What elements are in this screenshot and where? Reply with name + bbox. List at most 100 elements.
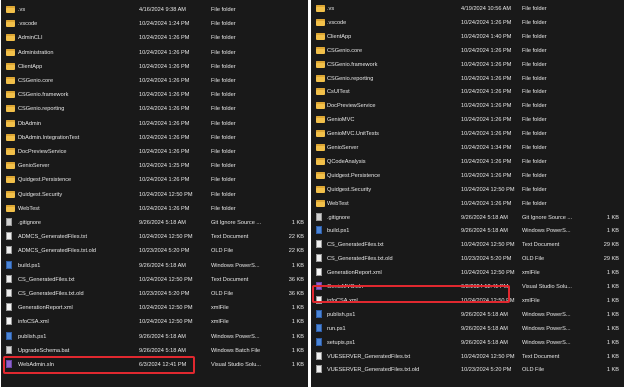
file-row[interactable]: infoCSA.xml 10/24/2024 12:50 PM xmlFile 1 K…: [1, 315, 308, 329]
file-row[interactable]: CSGenio.framework 10/24/2024 1:26 PM File …: [311, 58, 624, 72]
file-row[interactable]: DbAdmin.IntegrationTest 10/24/2024 1:26 P…: [1, 131, 308, 145]
file-name: AdminCLI: [18, 35, 43, 42]
folder-icon: [316, 171, 325, 179]
folder-icon: [6, 6, 15, 13]
file-row[interactable]: .vscode 10/24/2024 1:26 PM File folder: [311, 16, 624, 30]
file-row[interactable]: ClientApp 10/24/2024 1:26 PM File folder: [1, 60, 308, 74]
file-row[interactable]: CS_GeneratedFiles.txt.old 10/23/2024 5:20…: [1, 287, 308, 301]
file-row[interactable]: .gitignore 9/26/2024 5:18 AM Git Ignore So…: [1, 216, 308, 230]
file-row[interactable]: DocPreviewService 10/24/2024 1:26 PM File …: [311, 99, 624, 113]
file-name: CsUITest: [327, 89, 350, 96]
file-name: VUESERVER_GeneratedFiles.txt.old: [327, 367, 420, 374]
file-row[interactable]: CSGenio.reporting 10/24/2024 1:26 PM File …: [1, 102, 308, 116]
date-modified: 10/24/2024 1:26 PM: [461, 75, 512, 82]
file-row[interactable]: CSGenio.reporting 10/24/2024 1:26 PM File …: [311, 72, 624, 86]
file-row[interactable]: ADMCS_GeneratedFiles.txt.old 10/23/2024 5…: [1, 244, 308, 258]
file-row[interactable]: .gitignore 9/26/2024 5:18 AM Git Ignore So…: [311, 211, 624, 225]
file-type: File folder: [522, 186, 547, 193]
file-row[interactable]: Quidgest.Security 10/24/2024 12:50 PM File…: [1, 188, 308, 202]
file-row[interactable]: .vscode 10/24/2024 1:24 PM File folder: [1, 17, 308, 31]
file-row[interactable]: CSGenio.core 10/24/2024 1:26 PM File folde…: [1, 74, 308, 88]
file-row[interactable]: GenioServer 10/24/2024 1:25 PM File folder: [1, 159, 308, 173]
powershell-file-icon: [316, 337, 322, 346]
file-row[interactable]: ADMCS_GeneratedFiles.txt 10/24/2024 12:50…: [1, 230, 308, 244]
file-row[interactable]: CS_GeneratedFiles.txt.old 10/23/2024 5:20…: [311, 252, 624, 266]
file-row[interactable]: run.ps1 9/26/2024 5:18 AM Windows PowerS..…: [311, 322, 624, 336]
file-type: Visual Studio Solu...: [211, 362, 261, 368]
file-row[interactable]: Quidgest.Security 10/24/2024 12:50 PM File…: [311, 183, 624, 197]
file-row[interactable]: build.ps1 9/26/2024 5:18 AM Windows PowerS…: [311, 224, 624, 238]
file-size: 1 KB: [606, 367, 619, 374]
file-size: 1 KB: [291, 305, 304, 312]
file-row[interactable]: Administration 10/24/2024 1:26 PM File fol…: [1, 46, 308, 60]
folder-icon: [316, 18, 325, 26]
date-modified: 10/24/2024 1:26 PM: [139, 149, 190, 155]
file-row[interactable]: CSGenio.core 10/24/2024 1:26 PM File folde…: [311, 44, 624, 58]
file-name: Quidgest.Persistence: [18, 177, 72, 184]
file-row[interactable]: VUESERVER_GeneratedFiles.txt 10/24/2024 1…: [311, 350, 624, 364]
file-name: GenioServer: [327, 145, 359, 151]
file-row[interactable]: GenerationReport.xml 10/24/2024 12:50 PM x…: [1, 301, 308, 315]
file-type: File folder: [522, 75, 547, 82]
file-row[interactable]: DbAdmin 10/24/2024 1:26 PM File folder: [1, 117, 308, 131]
file-size: 36 KB: [288, 276, 304, 283]
file-row[interactable]: CS_GeneratedFiles.txt 10/24/2024 12:50 PM…: [1, 273, 308, 287]
file-name: DbAdmin: [18, 120, 42, 127]
date-modified: 10/24/2024 1:40 PM: [461, 33, 512, 40]
file-row[interactable]: .vs 4/16/2024 9:38 AM File folder: [1, 3, 308, 17]
folder-icon: [316, 5, 325, 12]
file-row[interactable]: VUESERVER_GeneratedFiles.txt.old 10/23/20…: [311, 363, 624, 377]
file-name: .gitignore: [327, 214, 351, 221]
file-type: File folder: [522, 200, 547, 207]
file-row[interactable]: DocPreviewService 10/24/2024 1:26 PM File …: [1, 145, 308, 159]
date-modified: 10/24/2024 1:26 PM: [139, 205, 190, 212]
folder-icon: [6, 20, 15, 28]
file-row[interactable]: QCodeAnalysis 10/24/2024 1:26 PM File fold…: [311, 155, 624, 169]
file-row[interactable]: publish.ps1 9/26/2024 5:18 AM Windows Powe…: [1, 330, 308, 344]
file-name: .vs: [327, 6, 335, 12]
file-type: File folder: [211, 78, 236, 84]
file-row[interactable]: WebTest 10/24/2024 1:26 PM File folder: [311, 197, 624, 211]
file-size: 1 KB: [291, 333, 304, 340]
file-name: ADMCS_GeneratedFiles.txt.old: [18, 248, 97, 255]
file-type: xmlFile: [522, 270, 540, 277]
file-row[interactable]: GenioMVC 10/24/2024 1:26 PM File folder: [311, 113, 624, 127]
file-type: File folder: [211, 106, 236, 113]
folder-icon: [6, 176, 15, 184]
file-name: WebTest: [18, 205, 40, 212]
batch-file-icon: [6, 345, 12, 354]
file-type: Git Ignore Source ...: [211, 220, 262, 226]
file-type: Text Document: [522, 353, 560, 360]
file-row[interactable]: publish.ps1 9/26/2024 5:18 AM Windows Powe…: [311, 308, 624, 322]
file-name: publish.ps1: [18, 333, 47, 340]
file-row[interactable]: build.ps1 9/26/2024 5:18 AM Windows PowerS…: [1, 259, 308, 273]
file-row[interactable]: .vs 4/19/2024 10:56 AM File folder: [311, 2, 624, 16]
file-size: 29 KB: [603, 256, 619, 263]
file-row[interactable]: GenerationReport.xml 10/24/2024 12:50 PM x…: [311, 266, 624, 280]
file-name: Quidgest.Security: [18, 191, 63, 198]
file-row[interactable]: WebTest 10/24/2024 1:26 PM File folder: [1, 202, 308, 216]
file-list-right: .vs 4/19/2024 10:56 AM File folder .vscode 1…: [311, 0, 624, 387]
file-row[interactable]: CSGenio.framework 10/24/2024 1:26 PM File …: [1, 88, 308, 102]
file-icon: [6, 289, 12, 297]
file-row[interactable]: setupis.ps1 9/26/2024 5:18 AM Windows Powe…: [311, 336, 624, 350]
file-name: build.ps1: [18, 262, 41, 269]
file-row[interactable]: GenioServer 10/24/2024 1:34 PM File folder: [311, 141, 624, 155]
file-row[interactable]: CS_GeneratedFiles.txt 10/24/2024 12:50 PM…: [311, 238, 624, 252]
file-name: infoCSA.xml: [18, 319, 49, 326]
file-row[interactable]: GenioMVC.UnitTests 10/24/2024 1:26 PM File…: [311, 127, 624, 141]
file-row[interactable]: Quidgest.Persistence 10/24/2024 1:26 PM Fi…: [311, 169, 624, 183]
folder-icon: [6, 162, 15, 170]
folder-icon: [316, 88, 325, 96]
file-row[interactable]: CsUITest 10/24/2024 1:26 PM File folder: [311, 85, 624, 99]
date-modified: 10/24/2024 12:50 PM: [461, 353, 515, 360]
folder-icon: [6, 204, 15, 212]
file-name: GenioMVC.UnitTests: [327, 131, 379, 138]
file-type: File folder: [522, 61, 547, 68]
file-row[interactable]: AdminCLI 10/24/2024 1:26 PM File folder: [1, 31, 308, 45]
file-row[interactable]: ClientApp 10/24/2024 1:40 PM File folder: [311, 30, 624, 44]
file-type: File folder: [522, 89, 547, 96]
date-modified: 9/26/2024 5:18 AM: [139, 333, 186, 340]
date-modified: 9/26/2024 5:18 AM: [139, 220, 186, 226]
file-row[interactable]: Quidgest.Persistence 10/24/2024 1:26 PM Fi…: [1, 173, 308, 187]
